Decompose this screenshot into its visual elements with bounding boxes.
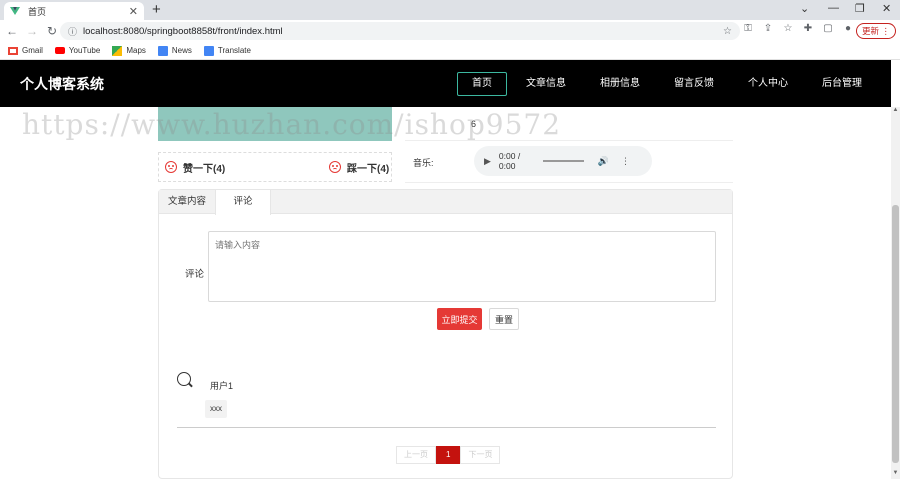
browser-toolbar: ← → ↻ ⓘ localhost:8080/springboot8858t/f… [0,20,900,42]
more-options-icon[interactable]: ⋮ [621,156,630,167]
like-label: 赞一下(4) [183,163,226,175]
article-cover-image [158,107,392,141]
back-icon[interactable]: ← [2,24,22,38]
smile-icon [329,161,341,173]
tab-title: 首页 [28,6,47,17]
browser-tab[interactable]: 首页 ✕ [4,2,144,20]
bookmark-label: Maps [126,46,146,55]
scroll-down-icon[interactable]: ▼ [891,470,900,479]
dislike-button[interactable]: 踩一下(4) [329,160,389,175]
nav-home[interactable]: 首页 [457,72,507,96]
site-header: 个人博客系统 首页 文章信息 相册信息 留言反馈 个人中心 后台管理 [0,60,891,107]
bookmark-label: YouTube [68,46,101,55]
vote-row: 赞一下(4) 踩一下(4) [158,152,392,182]
audio-player[interactable]: ▶ 0:00 / 0:00 🔊 ⋮ [474,146,652,176]
current-page-button[interactable]: 1 [436,446,461,464]
volume-icon[interactable]: 🔊 [598,156,609,167]
bookmark-label: Translate [217,46,251,55]
comment-divider [177,427,716,428]
star-icon[interactable]: ☆ [782,23,794,34]
page-scrollbar[interactable]: ▲ ▼ [891,107,900,479]
stat-row: 6 [405,107,733,141]
smile-icon [165,161,177,173]
comment-label: 评论 [185,269,205,280]
scroll-up-icon[interactable]: ▲ [891,107,900,116]
next-page-button[interactable]: 下一页 [460,446,501,464]
reload-icon[interactable]: ↻ [42,24,62,38]
restore-icon[interactable]: ❐ [855,2,865,15]
bookmark-label: Gmail [22,46,43,55]
music-label: 音乐: [413,158,434,168]
bookmarks-bar: Gmail YouTube Maps News Translate [0,42,900,60]
bookmark-news[interactable]: News [157,45,192,56]
tab-article-content[interactable]: 文章内容 [159,190,215,214]
youtube-icon [54,47,65,54]
prev-page-button[interactable]: 上一页 [396,446,436,464]
page-content: 6 赞一下(4) 踩一下(4) 音乐: 文章内容 评论 评论 立即提交 重置 用… [0,107,891,479]
nav-albums[interactable]: 相册信息 [585,72,655,96]
tabs-header: 文章内容 评论 [159,190,732,215]
submit-button[interactable]: 立即提交 [437,308,482,330]
stat-value: 6 [471,118,477,129]
like-button[interactable]: 赞一下(4) [165,160,329,175]
update-label: 更新 [862,26,880,36]
nav-admin[interactable]: 后台管理 [807,72,877,96]
tab-close-icon[interactable]: ✕ [129,5,138,18]
site-title: 个人博客系统 [20,76,104,92]
nav-articles[interactable]: 文章信息 [511,72,581,96]
bookmark-star-icon[interactable]: ☆ [723,26,732,37]
audio-progress-bar[interactable] [543,160,584,162]
bookmark-gmail[interactable]: Gmail [8,46,43,55]
minimize-icon[interactable]: — [828,2,839,14]
new-tab-icon[interactable]: + [152,2,161,18]
nav-feedback[interactable]: 留言反馈 [659,72,729,96]
bookmark-youtube[interactable]: YouTube [54,46,101,55]
key-icon[interactable]: ⚿ [742,23,754,34]
news-icon [157,45,168,56]
comment-text: xxx [205,400,227,418]
audio-time: 0:00 / 0:00 [498,151,521,171]
browser-tabstrip: 首页 ✕ + ⌄ — ❐ ✕ [0,0,900,20]
dislike-label: 踩一下(4) [347,163,390,175]
tab-comments[interactable]: 评论 [215,190,271,215]
pagination: 上一页 1 下一页 [396,446,501,464]
nav-profile[interactable]: 个人中心 [733,72,803,96]
reset-button[interactable]: 重置 [489,308,519,330]
gmail-icon [8,46,18,55]
site-info-icon[interactable]: ⓘ [68,25,77,38]
bookmark-maps[interactable]: Maps [112,45,146,56]
url-text[interactable]: localhost:8080/springboot8858t/front/ind… [83,26,283,37]
tabs-panel: 文章内容 评论 评论 立即提交 重置 用户1 xxx 上一页 1 下一页 [158,189,733,479]
extensions-icon[interactable]: ✚ [802,23,814,34]
tab-search-icon[interactable]: ⌄ [800,2,809,15]
comment-user: 用户1 [210,381,234,391]
user-avatar-icon [177,372,191,386]
bookmark-label: News [171,46,192,55]
profile-icon[interactable]: ● [842,23,854,34]
share-icon[interactable]: ⇪ [762,23,774,34]
maps-icon [112,45,123,56]
bookmark-translate[interactable]: Translate [203,45,251,56]
play-icon[interactable]: ▶ [484,156,491,167]
comment-input[interactable] [208,231,716,302]
sidepanel-icon[interactable]: ▢ [822,23,834,34]
site-nav: 首页 文章信息 相册信息 留言反馈 个人中心 后台管理 [453,72,877,96]
vue-favicon-icon [10,7,20,15]
update-button[interactable]: 更新 ⋮ [856,23,896,39]
translate-icon [203,45,214,56]
forward-icon[interactable]: → [22,24,42,38]
scroll-thumb[interactable] [892,205,899,463]
close-window-icon[interactable]: ✕ [882,2,891,15]
address-bar[interactable]: ⓘ localhost:8080/springboot8858t/front/i… [60,22,740,40]
